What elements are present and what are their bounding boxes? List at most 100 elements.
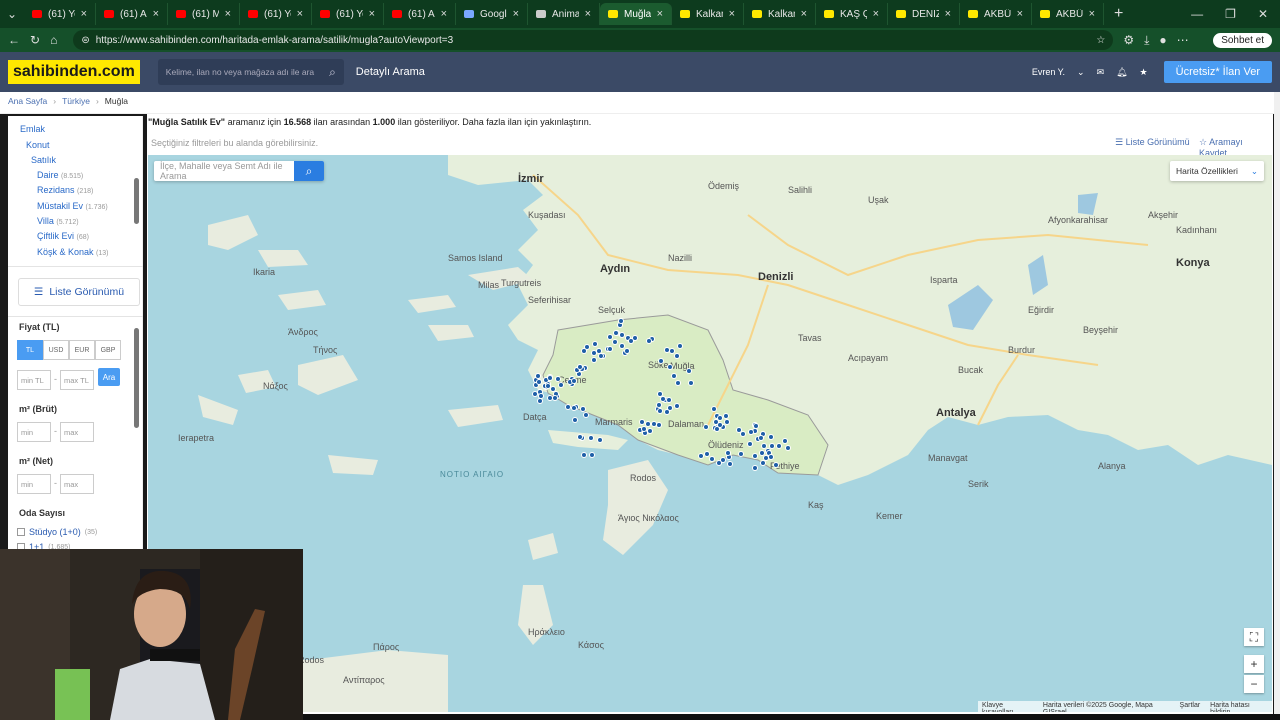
user-name[interactable]: Evren Y. — [1032, 67, 1065, 77]
category-villa[interactable]: Villa (5.712) — [37, 216, 79, 226]
listing-marker[interactable] — [570, 404, 577, 411]
home-icon[interactable]: ⌂ — [50, 33, 57, 47]
close-tab-icon[interactable]: × — [81, 8, 87, 20]
listing-marker[interactable] — [587, 435, 594, 442]
listing-marker[interactable] — [698, 452, 705, 459]
browser-tab[interactable]: Muğla Sa × — [600, 3, 672, 25]
minimize-icon[interactable]: — — [1191, 7, 1203, 21]
map-canvas[interactable]: İzmir Aydın Nazilli Denizli Isparta Konya Anta… — [148, 155, 1272, 712]
keyboard-shortcuts-link[interactable]: Klavye kısayolları — [982, 702, 1033, 712]
listing-marker[interactable] — [667, 363, 674, 370]
listing-marker[interactable] — [655, 402, 662, 409]
net-area-max-input[interactable]: max — [60, 474, 94, 494]
list-view-link[interactable]: ☰ Liste Görünümü — [1115, 137, 1190, 148]
listing-marker[interactable] — [703, 423, 710, 430]
listing-marker[interactable] — [685, 368, 692, 375]
new-tab-icon[interactable]: + — [1104, 5, 1133, 23]
map-search-input[interactable]: İlçe, Mahalle veya Semt Adı ile Arama ⌕ — [154, 161, 324, 181]
close-tab-icon[interactable]: × — [801, 8, 807, 20]
zoom-out-button[interactable]: − — [1244, 675, 1264, 693]
favorites-star-icon[interactable]: ★ — [1140, 67, 1148, 78]
listing-marker[interactable] — [591, 340, 598, 347]
menu-icon[interactable]: ⋯ — [1177, 33, 1189, 47]
listing-marker[interactable] — [674, 379, 681, 386]
listing-marker[interactable] — [726, 461, 733, 468]
close-tab-icon[interactable]: × — [657, 8, 663, 20]
free-ad-button[interactable]: Ücretsiz* İlan Ver — [1163, 61, 1272, 83]
category-konut[interactable]: Konut — [26, 140, 50, 150]
currency-tl[interactable]: TL — [17, 340, 43, 360]
category-mustakil-ev[interactable]: Müstakil Ev (1.736) — [37, 201, 108, 211]
browser-tab[interactable]: (61) ALKO × — [384, 3, 456, 25]
zoom-in-button[interactable]: + — [1244, 655, 1264, 673]
browser-tab[interactable]: Animated × — [528, 3, 600, 25]
browser-tab[interactable]: (61) YouTu × — [312, 3, 384, 25]
net-area-min-input[interactable]: min — [17, 474, 51, 494]
bookmark-star-icon[interactable]: ☆ — [1096, 35, 1105, 46]
close-tab-icon[interactable]: × — [1017, 8, 1023, 20]
close-tab-icon[interactable]: × — [1089, 8, 1095, 20]
site-logo[interactable]: sahibinden.com — [8, 60, 140, 84]
listing-marker[interactable] — [659, 395, 666, 402]
profile-avatar[interactable]: ● — [1159, 33, 1166, 47]
close-tab-icon[interactable]: × — [729, 8, 735, 20]
close-tab-icon[interactable]: × — [441, 8, 447, 20]
restore-icon[interactable]: ❐ — [1225, 7, 1236, 21]
listing-marker[interactable] — [747, 440, 754, 447]
browser-tab[interactable]: Kalkan'da × — [744, 3, 816, 25]
tab-search-icon[interactable]: ⌄ — [0, 7, 24, 21]
browser-tab[interactable]: AKBÜK'TE × — [960, 3, 1032, 25]
fullscreen-icon[interactable]: ⛶ — [1244, 628, 1264, 646]
search-icon[interactable]: ⌕ — [329, 65, 336, 80]
category-rezidans[interactable]: Rezidans (218) — [37, 185, 93, 195]
category-kosk-konak[interactable]: Köşk & Konak (13) — [37, 247, 109, 257]
listing-marker[interactable] — [716, 422, 723, 429]
currency-eur[interactable]: EUR — [69, 340, 95, 360]
back-icon[interactable]: ← — [8, 33, 20, 47]
filters-scrollbar[interactable] — [134, 328, 139, 428]
close-window-icon[interactable]: ✕ — [1258, 7, 1268, 21]
browser-tab[interactable]: AKBÜK'TE × — [1032, 3, 1104, 25]
listing-marker[interactable] — [611, 338, 618, 345]
reload-icon[interactable]: ↻ — [30, 33, 40, 47]
listing-marker[interactable] — [571, 417, 578, 424]
max-price-input[interactable]: max TL — [60, 370, 94, 390]
category-ciftlik-evi[interactable]: Çiftlik Evi (68) — [37, 231, 89, 241]
site-info-icon[interactable]: ⊜ — [81, 35, 89, 46]
list-view-button[interactable]: ☰ Liste Görünümü — [18, 278, 140, 306]
listing-marker[interactable] — [773, 461, 780, 468]
browser-tab[interactable]: (61) YouTu × — [240, 3, 312, 25]
listing-marker[interactable] — [607, 345, 614, 352]
listing-marker[interactable] — [740, 430, 747, 437]
close-tab-icon[interactable]: × — [153, 8, 159, 20]
listing-marker[interactable] — [673, 403, 680, 410]
breadcrumb-country[interactable]: Türkiye — [62, 96, 90, 109]
listing-marker[interactable] — [580, 405, 587, 412]
checkbox[interactable] — [17, 528, 25, 536]
browser-tab[interactable]: Google G × — [456, 3, 528, 25]
currency-gbp[interactable]: GBP — [95, 340, 121, 360]
report-map-error-link[interactable]: Harita hatası bildirin — [1210, 702, 1268, 712]
listing-marker[interactable] — [757, 434, 764, 441]
category-satilik[interactable]: Satılık — [31, 155, 56, 165]
close-tab-icon[interactable]: × — [873, 8, 879, 20]
room-option-studio[interactable]: Stüdyo (1+0) (35) — [17, 527, 97, 537]
listing-marker[interactable] — [752, 452, 759, 459]
listing-marker[interactable] — [597, 353, 604, 360]
listing-marker[interactable] — [767, 453, 774, 460]
download-icon[interactable]: ⤓ — [1144, 33, 1149, 48]
currency-usd[interactable]: USD — [43, 340, 69, 360]
listing-marker[interactable] — [758, 449, 765, 456]
listing-marker[interactable] — [624, 347, 631, 354]
listing-marker[interactable] — [751, 465, 758, 472]
listing-marker[interactable] — [725, 449, 732, 456]
url-field[interactable]: ⊜ https://www.sahibinden.com/haritada-em… — [73, 30, 1114, 50]
price-search-button[interactable]: Ara — [98, 368, 120, 386]
category-emlak[interactable]: Emlak — [20, 124, 45, 134]
listing-marker[interactable] — [781, 437, 788, 444]
close-tab-icon[interactable]: × — [513, 8, 519, 20]
breadcrumb-home[interactable]: Ana Sayfa — [8, 96, 47, 109]
gross-area-min-input[interactable]: min — [17, 422, 51, 442]
listing-marker[interactable] — [677, 342, 684, 349]
listing-marker[interactable] — [748, 428, 755, 435]
